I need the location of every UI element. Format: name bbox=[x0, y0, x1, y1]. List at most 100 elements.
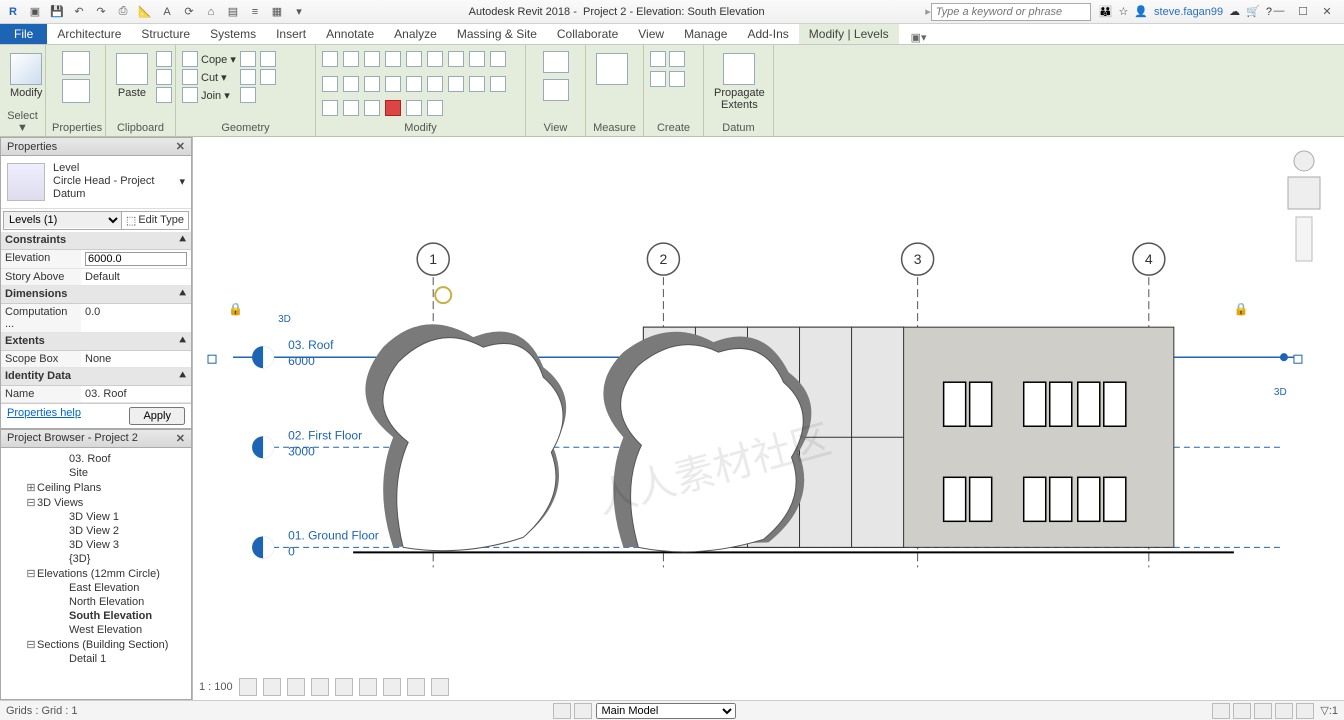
shadows-icon[interactable] bbox=[311, 678, 329, 696]
select-underlay-icon[interactable] bbox=[1233, 703, 1251, 719]
drawing-canvas[interactable]: 03. Roof 6000 02. First Floor 3000 01. G… bbox=[192, 137, 1344, 700]
cat-identity[interactable]: Identity Data⯅ bbox=[1, 368, 191, 386]
level-first-name[interactable]: 02. First Floor bbox=[288, 428, 362, 442]
cart-icon[interactable]: 🛒 bbox=[1246, 5, 1260, 18]
modify-tool[interactable]: Modify bbox=[6, 51, 46, 101]
tab-massing[interactable]: Massing & Site bbox=[447, 24, 547, 44]
drag-dot[interactable] bbox=[1280, 353, 1288, 361]
node-site[interactable]: Site bbox=[3, 466, 189, 480]
worksets-icon[interactable] bbox=[553, 703, 571, 719]
minimize-icon[interactable]: — bbox=[1272, 5, 1286, 18]
mod-icon[interactable] bbox=[406, 76, 422, 92]
cat-dimensions[interactable]: Dimensions⯅ bbox=[1, 286, 191, 304]
type-dropdown-icon[interactable]: ▾ bbox=[179, 175, 185, 188]
geom-icon-2[interactable] bbox=[240, 69, 256, 85]
sun-path-icon[interactable] bbox=[287, 678, 305, 696]
redo-icon[interactable]: ↷ bbox=[92, 3, 110, 21]
edit-type-button[interactable]: ⬚Edit Type bbox=[121, 212, 188, 229]
cut-clip-icon[interactable] bbox=[156, 51, 172, 67]
instance-props-icon[interactable] bbox=[62, 79, 90, 103]
padlock-right-icon[interactable]: 🔒 bbox=[1234, 302, 1249, 316]
section-icon[interactable]: ▤ bbox=[224, 3, 242, 21]
tab-collaborate[interactable]: Collaborate bbox=[547, 24, 628, 44]
mod-icon[interactable] bbox=[406, 100, 422, 116]
mod-icon[interactable] bbox=[385, 100, 401, 116]
file-tab[interactable]: File bbox=[0, 24, 47, 44]
scopebox-value[interactable]: None bbox=[81, 351, 191, 367]
crop-region-icon[interactable] bbox=[359, 678, 377, 696]
geom-icon-1[interactable] bbox=[240, 51, 256, 67]
match-icon[interactable] bbox=[156, 87, 172, 103]
node-sections[interactable]: ⊟Sections (Building Section) bbox=[3, 637, 189, 652]
cope-button[interactable]: Cope ▾ bbox=[182, 51, 236, 67]
elevation-input[interactable] bbox=[85, 252, 187, 266]
type-props-icon[interactable] bbox=[62, 51, 90, 75]
name-value[interactable]: 03. Roof bbox=[81, 386, 191, 402]
maximize-icon[interactable]: ☐ bbox=[1296, 5, 1310, 18]
select-face-icon[interactable] bbox=[1275, 703, 1293, 719]
exchange-icon[interactable]: ☁ bbox=[1229, 5, 1240, 18]
3d-icon[interactable]: ⌂ bbox=[202, 3, 220, 21]
node-north[interactable]: North Elevation bbox=[3, 595, 189, 609]
mod-icon[interactable] bbox=[385, 76, 401, 92]
user-name[interactable]: steve.fagan99 bbox=[1154, 6, 1223, 18]
sync-icon[interactable]: ⟳ bbox=[180, 3, 198, 21]
create-icon[interactable] bbox=[650, 71, 666, 87]
mod-icon[interactable] bbox=[469, 51, 485, 67]
tab-view[interactable]: View bbox=[628, 24, 674, 44]
tag3d-right[interactable]: 3D bbox=[1274, 387, 1287, 398]
mod-icon[interactable] bbox=[427, 51, 443, 67]
tab-insert[interactable]: Insert bbox=[266, 24, 316, 44]
switch-icon[interactable]: ▾ bbox=[290, 3, 308, 21]
properties-help-link[interactable]: Properties help bbox=[7, 407, 81, 425]
checkbox-right[interactable] bbox=[1294, 355, 1302, 363]
node-3dview3[interactable]: 3D View 3 bbox=[3, 538, 189, 552]
detail-level-icon[interactable] bbox=[239, 678, 257, 696]
search-input[interactable] bbox=[931, 3, 1091, 21]
cut-geom-button[interactable]: Cut ▾ bbox=[182, 69, 236, 85]
node-detail1[interactable]: Detail 1 bbox=[3, 652, 189, 666]
node-3dview1[interactable]: 3D View 1 bbox=[3, 510, 189, 524]
node-east[interactable]: East Elevation bbox=[3, 581, 189, 595]
level-roof-head[interactable] bbox=[252, 346, 274, 368]
tab-structure[interactable]: Structure bbox=[131, 24, 200, 44]
tab-analyze[interactable]: Analyze bbox=[384, 24, 447, 44]
measure-button[interactable] bbox=[592, 51, 632, 87]
measure-icon[interactable]: 📐 bbox=[136, 3, 154, 21]
mod-icon[interactable] bbox=[385, 51, 401, 67]
mod-icon[interactable] bbox=[343, 76, 359, 92]
mod-icon[interactable] bbox=[343, 51, 359, 67]
computation-value[interactable]: 0.0 bbox=[81, 304, 191, 332]
ribbon-collapse-icon[interactable]: ▣▾ bbox=[911, 31, 927, 44]
node-3dviews[interactable]: ⊟3D Views bbox=[3, 495, 189, 510]
create-icon[interactable] bbox=[669, 51, 685, 67]
cat-constraints[interactable]: Constraints⯅ bbox=[1, 232, 191, 250]
tab-manage[interactable]: Manage bbox=[674, 24, 737, 44]
view-icon-2[interactable] bbox=[543, 79, 569, 101]
properties-close-icon[interactable]: ✕ bbox=[176, 140, 185, 153]
node-ceiling[interactable]: ⊞Ceiling Plans bbox=[3, 480, 189, 495]
mod-icon[interactable] bbox=[448, 51, 464, 67]
drag-icon[interactable] bbox=[1296, 703, 1314, 719]
type-selector[interactable]: Level Circle Head - Project Datum bbox=[53, 162, 171, 202]
browser-close-icon[interactable]: ✕ bbox=[176, 432, 185, 445]
revit-logo-icon[interactable]: R bbox=[4, 3, 22, 21]
create-icon[interactable] bbox=[650, 51, 666, 67]
undo-icon[interactable]: ↶ bbox=[70, 3, 88, 21]
save-icon[interactable]: 💾 bbox=[48, 3, 66, 21]
node-elevations[interactable]: ⊟Elevations (12mm Circle) bbox=[3, 566, 189, 581]
selection-filter[interactable]: Levels (1) bbox=[4, 212, 121, 228]
text-icon[interactable]: A bbox=[158, 3, 176, 21]
level-first-head[interactable] bbox=[252, 436, 274, 458]
tab-architecture[interactable]: Architecture bbox=[47, 24, 131, 44]
mod-icon[interactable] bbox=[469, 76, 485, 92]
scale-selector[interactable]: 1 : 100 bbox=[199, 681, 233, 693]
mod-icon[interactable] bbox=[427, 76, 443, 92]
level-roof-name[interactable]: 03. Roof bbox=[288, 338, 334, 352]
mod-icon[interactable] bbox=[490, 76, 506, 92]
copy-clip-icon[interactable] bbox=[156, 69, 172, 85]
design-options-select[interactable]: Main Model bbox=[596, 703, 736, 719]
mod-icon[interactable] bbox=[427, 100, 443, 116]
star-icon[interactable]: ☆ bbox=[1118, 5, 1128, 18]
node-3dview2[interactable]: 3D View 2 bbox=[3, 524, 189, 538]
